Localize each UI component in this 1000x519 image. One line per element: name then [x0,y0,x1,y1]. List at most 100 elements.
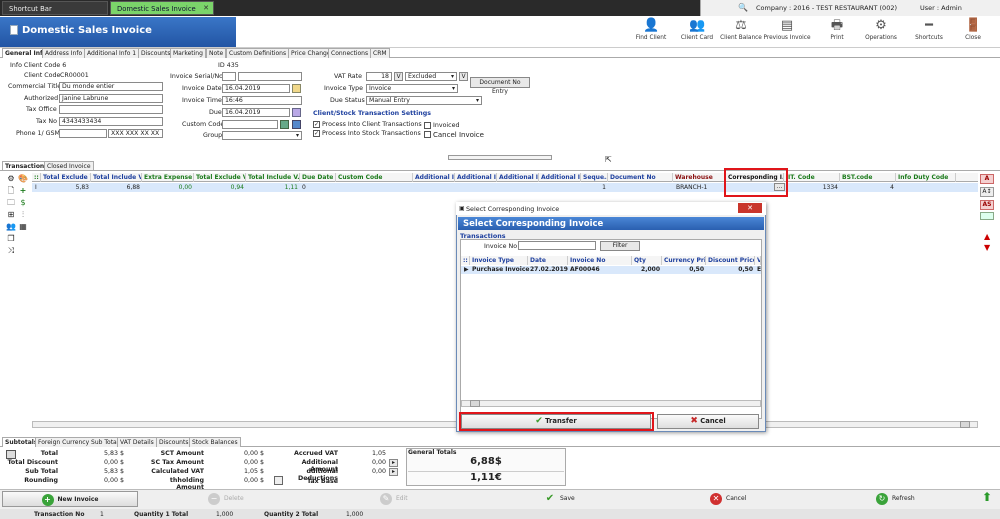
tab-discounts[interactable]: Discounts [138,48,174,58]
grid-column-header[interactable]: Additional I... [413,173,455,182]
calendar-icon[interactable] [292,108,301,117]
filter-button[interactable]: Filter [600,241,640,251]
invoiced-checkbox[interactable] [424,122,431,129]
splitter-handle[interactable] [448,155,552,160]
grid-cell[interactable]: 1334 [786,183,840,192]
due-status-select[interactable]: Manual Entry [366,96,482,105]
arrow-up-icon[interactable]: ▲ [984,232,990,241]
tab-domestic-sales-invoice[interactable]: Domestic Sales Invoice ✕ [110,1,214,15]
calculator-icon[interactable] [6,450,16,459]
lookup-icon[interactable] [292,120,301,129]
grid-cell[interactable]: 0 [300,183,336,192]
grid-cell[interactable]: 1,11 [246,183,300,192]
vat-mode-select[interactable]: Excluded [405,72,457,81]
tax-base-icon[interactable] [274,476,283,485]
client-balance-button[interactable]: ⚖ Client Balance [718,18,764,46]
scrollbar-thumb[interactable] [960,421,970,428]
grid-column-header[interactable]: Additional I... [455,173,497,182]
document-no-entry-button[interactable]: Document No Entry [470,77,530,95]
find-client-button[interactable]: 👤 Find Client [628,18,674,46]
grid-cell[interactable]: 0,94 [194,183,246,192]
grid-cell[interactable]: 2,000 [632,266,662,274]
client-code-value[interactable]: CR00001 [60,72,89,79]
document-icon[interactable]: 🗋 [6,186,16,195]
font-increase-icon[interactable]: A [980,174,994,184]
tab-vat-details[interactable]: VAT Details [117,437,157,447]
grid-column-header[interactable]: Discount Prices [706,256,755,265]
grid-column-header[interactable]: Document No [608,173,673,182]
invoice-serial-field[interactable] [222,72,236,81]
tab-custom-definitions[interactable]: Custom Definitions [226,48,290,58]
people-icon[interactable]: 👥 [6,222,16,231]
cancel-dialog-button[interactable]: ✖ Cancel [657,414,759,429]
autosize-icon[interactable]: AS [980,200,994,210]
grid-cell[interactable]: Purchase Invoice [470,266,529,274]
grid-column-header[interactable]: Currency Pri... [662,256,706,265]
settings-icon[interactable]: ⚙ [6,174,16,183]
grid-column-header[interactable]: Additional I... [497,173,539,182]
gsm-field[interactable]: XXX XXX XX XX [108,129,163,138]
grid-column-header[interactable]: Total Include V... [246,173,300,182]
save-button[interactable]: ✔ Save [544,491,575,507]
delete-button[interactable]: − Delete [208,491,244,507]
grid-cell[interactable]: 1 [581,183,608,192]
search-icon[interactable]: 🔍 [738,3,748,12]
grid-cell[interactable]: 0,50 [662,266,706,274]
dollar-icon[interactable]: $ [18,198,28,207]
tab-discounts-bottom[interactable]: Discounts [156,437,192,447]
tab-foreign-currency[interactable]: Foreign Currency Sub Total [35,437,122,447]
authorized-field[interactable]: Janine Labrune [59,94,163,103]
operations-button[interactable]: ⚙ Operations [858,18,904,46]
lookup-icon[interactable] [280,120,289,129]
grid-column-header[interactable]: Info Duty Code [896,173,956,182]
custom-code-field[interactable] [222,120,278,129]
edit-button[interactable]: ✎ Edit [380,491,408,507]
grid-column-header[interactable]: Total Exclude V... [41,173,91,182]
close-icon[interactable]: ✕ [738,203,762,213]
process-client-checkbox[interactable]: ✓ [313,121,320,128]
grid-cell[interactable]: 27.02.2019 1 [528,266,568,274]
grid-column-header[interactable]: Extra Expense [142,173,194,182]
vat-mode-button[interactable]: V [459,72,468,81]
dialog-horizontal-scrollbar[interactable] [461,400,761,407]
print-button[interactable]: 🖶 Print [814,18,860,46]
grid-column-header[interactable]: Invoice Type [470,256,528,265]
tax-no-field[interactable]: 4343433434 [59,117,163,126]
tab-stock-balances[interactable]: Stock Balances [189,437,241,447]
grid-column-header[interactable]: Total Include V... [91,173,142,182]
group-select[interactable] [222,131,302,140]
grid-column-header[interactable]: Date [528,256,568,265]
tab-price-change[interactable]: Price Change [288,48,334,58]
grid-cell[interactable]: BRANCH-1 [674,183,726,192]
tab-note[interactable]: Note [206,48,227,58]
grid-cell[interactable]: AF00046 [568,266,632,274]
calendar-icon[interactable] [292,84,301,93]
tab-marketing[interactable]: Marketing [170,48,206,58]
grid-cell[interactable]: E [755,266,761,274]
refresh-button[interactable]: ↻ Refresh [876,491,915,507]
grid-column-header[interactable]: Due Date [300,173,336,182]
grid-column-header[interactable]: Seque... [581,173,608,182]
copy-icon[interactable]: ❐ [6,234,16,243]
additional-deductions-button[interactable]: ▸ [389,468,398,476]
stock-add-icon[interactable]: ⊞ [6,210,16,219]
cancel-invoice-checkbox[interactable] [424,131,431,138]
font-sort-icon[interactable]: A↕ [980,187,994,197]
invoice-no-input[interactable] [518,241,596,250]
split-icon[interactable]: ⤨ [6,246,16,255]
grid-column-header[interactable]: Qty [632,256,662,265]
close-icon[interactable]: ✕ [203,4,209,12]
folder-icon[interactable]: 🗀 [6,198,16,207]
grid-cell[interactable]: 4 [840,183,896,192]
grid-cell[interactable]: 5,83 [41,183,91,192]
grid-column-header[interactable]: Warehouse [673,173,725,182]
tax-office-field[interactable] [59,105,163,114]
grid-column-header[interactable]: BST.code [840,173,896,182]
tab-crm[interactable]: CRM [370,48,390,58]
invoice-time-field[interactable]: 16:46 [222,96,302,105]
previous-invoice-button[interactable]: ▤ Previous Invoice [762,18,812,46]
arrow-down-icon[interactable]: ▼ [984,243,990,252]
add-row-icon[interactable]: + [18,186,28,195]
grid-cell[interactable]: 0,50 [706,266,755,274]
grid-column-menu[interactable]: :: [461,256,470,265]
